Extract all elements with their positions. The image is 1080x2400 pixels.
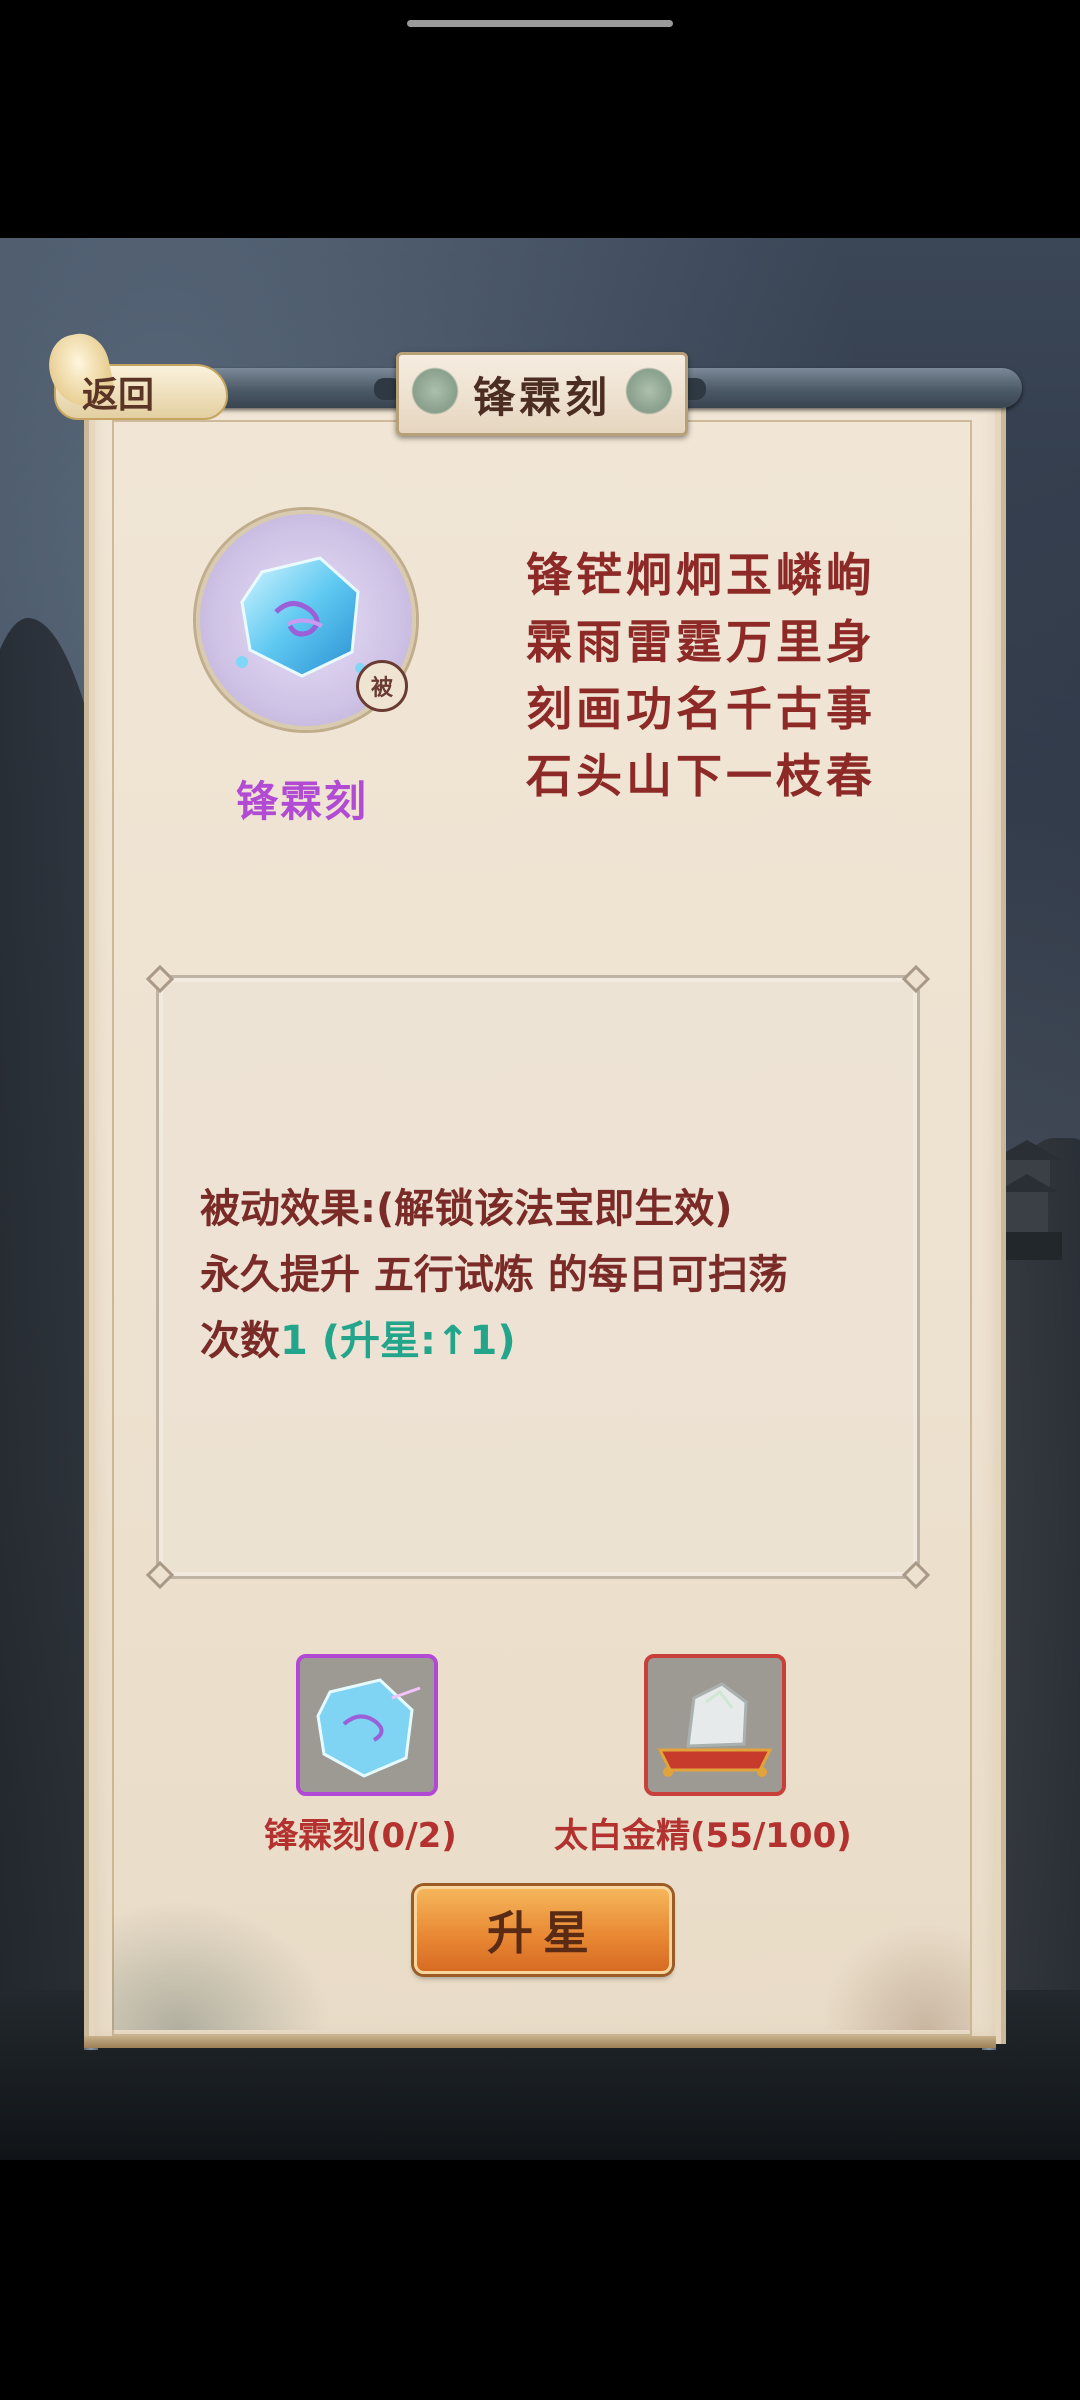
scroll-bottom-rod	[84, 2036, 996, 2048]
poem-line: 刻画功名千古事	[526, 682, 876, 736]
poem-block: 锋铓炯炯玉嶙峋 霖雨雷霆万里身 刻画功名千古事 石头山下一枝春	[526, 542, 946, 810]
back-label: 返回	[82, 374, 155, 416]
poem-line: 石头山下一枝春	[526, 749, 876, 803]
passive-badge: 被	[356, 660, 408, 712]
effect-line-3: 次数1 (升星:↑1)	[200, 1308, 900, 1374]
material-slot-1[interactable]	[296, 1654, 438, 1796]
material-label-2: 太白金精(55/100)	[554, 1816, 852, 1856]
item-name: 锋霖刻	[235, 777, 368, 826]
effect-line-2: 永久提升 五行试炼 的每日可扫荡	[200, 1252, 788, 1298]
page-title: 锋霖刻	[472, 372, 611, 422]
ice-crystal-icon	[236, 556, 365, 678]
effect-star-bonus: (升星:↑1)	[307, 1318, 516, 1364]
poem-line: 霖雨雷霆万里身	[526, 615, 876, 669]
upgrade-label: 升星	[487, 1906, 599, 1960]
ice-crystal-icon	[316, 1678, 421, 1778]
effect-description: 被动效果:(解锁该法宝即生效) 永久提升 五行试炼 的每日可扫荡 次数1 (升星…	[200, 1176, 900, 1374]
flower-ornament-icon	[407, 363, 463, 419]
ink-mountain-left	[112, 1900, 332, 2030]
upgrade-star-button[interactable]: 升星	[414, 1886, 672, 1974]
material-label-1: 锋霖刻(0/2)	[264, 1816, 457, 1856]
silver-ore-icon	[657, 1682, 773, 1777]
effect-line-1: 被动效果:(解锁该法宝即生效)	[200, 1186, 733, 1232]
poem-line: 锋铓炯炯玉嶙峋	[526, 548, 876, 602]
flower-ornament-icon	[621, 363, 677, 419]
effect-count-label: 次数	[200, 1318, 280, 1364]
home-indicator	[407, 20, 673, 27]
ink-mountain-right	[820, 1920, 970, 2030]
effect-count-value: 1	[280, 1318, 308, 1364]
title-banner: 锋霖刻	[396, 352, 688, 436]
back-button[interactable]: 返回	[43, 328, 228, 430]
material-slot-2[interactable]	[644, 1654, 786, 1796]
